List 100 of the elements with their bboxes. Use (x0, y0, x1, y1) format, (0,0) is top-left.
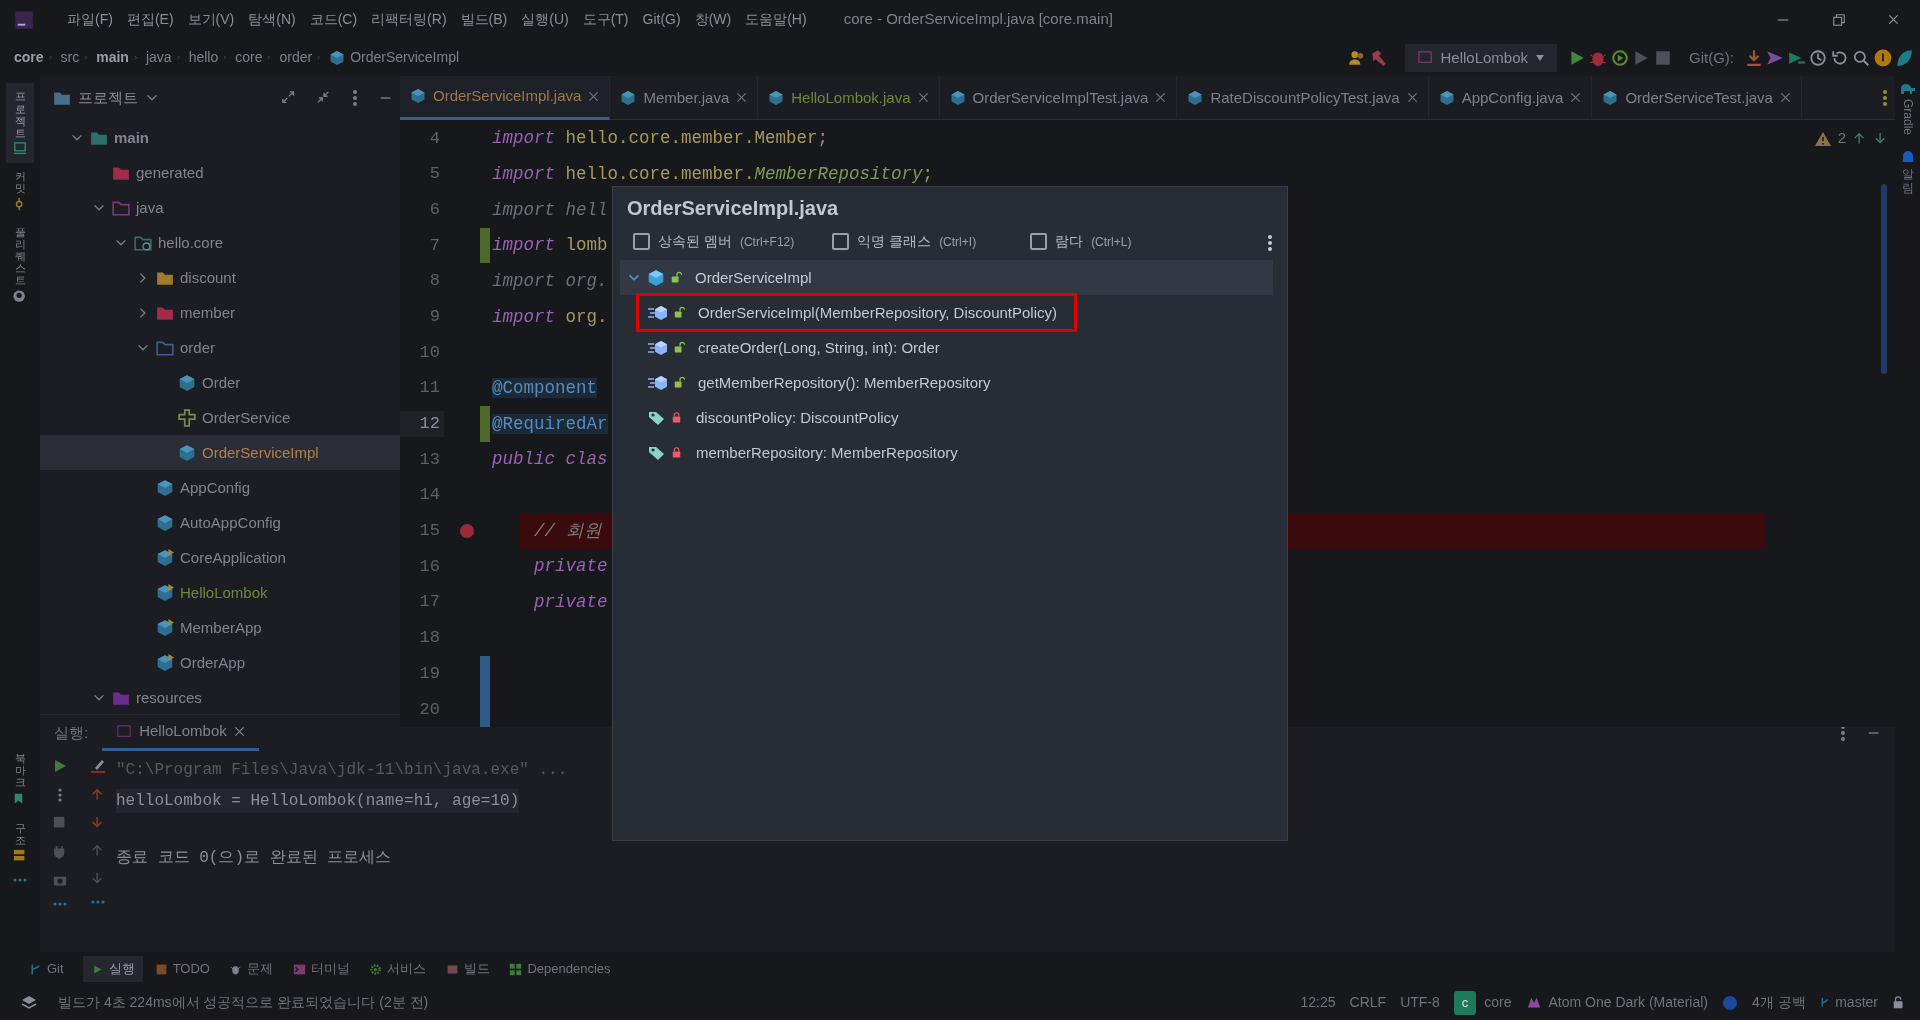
filter-checkbox[interactable]: 익명 클래스 (Ctrl+I) (826, 230, 983, 254)
close-icon[interactable] (736, 92, 748, 104)
tree-item[interactable]: java (40, 190, 400, 226)
tree-item[interactable]: discountPolicy: DiscountPolicy (648, 400, 899, 436)
down-arrow-icon[interactable] (1874, 131, 1888, 146)
lock-icon[interactable] (1892, 995, 1906, 1010)
tree-item[interactable]: HelloLombok (40, 575, 400, 611)
side-tab[interactable]: 알림 (1900, 149, 1915, 195)
more-icon[interactable] (1882, 88, 1888, 107)
close-icon[interactable] (1406, 92, 1418, 104)
breadcrumb-item[interactable]: java (145, 47, 172, 69)
tree-item[interactable]: AutoAppConfig (40, 505, 400, 541)
line-ending[interactable]: CRLF (1349, 992, 1387, 1014)
side-tab[interactable]: Gradle (1898, 83, 1917, 135)
collapse-icon[interactable] (317, 91, 331, 106)
menu-item[interactable]: 탐색(N) (241, 9, 303, 31)
tree-item[interactable]: OrderServiceImpl (620, 260, 1273, 296)
caret-position[interactable]: 12:25 (1300, 992, 1336, 1014)
theme-name[interactable]: Atom One Dark (Material) (1548, 992, 1708, 1014)
breadcrumb-item[interactable]: core (14, 47, 44, 69)
menu-item[interactable]: Git(G) (635, 9, 688, 31)
tree-item[interactable]: Order (40, 365, 400, 401)
rerun-icon[interactable] (52, 758, 68, 775)
menu-item[interactable]: 파일(F) (60, 9, 120, 31)
tree-item[interactable]: main (40, 120, 400, 156)
tool-window-tab[interactable]: 터미널 (284, 956, 358, 982)
breadcrumb-item[interactable]: order (279, 47, 313, 69)
clear-icon[interactable] (90, 758, 106, 775)
menu-item[interactable]: 보기(V) (180, 9, 242, 31)
tool-window-tab[interactable]: TODO (146, 956, 218, 982)
scrollbar[interactable] (1880, 183, 1888, 374)
editor-tab[interactable]: Member.java (610, 75, 759, 120)
file-encoding[interactable]: UTF-8 (1400, 992, 1440, 1014)
play-icon[interactable] (1632, 48, 1650, 67)
restore-icon[interactable] (1832, 12, 1846, 27)
tree-item[interactable]: getMemberRepository(): MemberRepository (648, 365, 991, 401)
close-icon[interactable] (1570, 92, 1582, 104)
tree-item[interactable]: OrderApp (40, 645, 400, 681)
close-icon[interactable] (233, 726, 245, 738)
tree-item[interactable]: CoreApplication (40, 540, 400, 576)
editor-tab[interactable]: OrderServiceImplTest.java (939, 75, 1178, 120)
filter-checkbox[interactable]: 상속된 멤버 (Ctrl+F12) (627, 230, 801, 254)
menu-item[interactable]: 편집(E) (119, 9, 181, 31)
tool-window-tab[interactable]: 서비스 (361, 956, 435, 982)
tree-item[interactable]: member (40, 295, 400, 331)
tool-window-tab[interactable]: 문제 (221, 956, 282, 982)
tree-item[interactable]: order (40, 330, 400, 366)
tree-item[interactable]: OrderService (40, 400, 400, 436)
side-tab[interactable]: 커밋 (7, 163, 33, 219)
tree-item[interactable]: AppConfig (40, 470, 400, 506)
expand-icon[interactable] (282, 91, 296, 106)
git-branch[interactable]: master (1835, 992, 1878, 1014)
breakpoint-icon[interactable] (459, 522, 475, 539)
tree-item[interactable]: memberRepository: MemberRepository (648, 435, 958, 471)
menu-item[interactable]: 실행(U) (514, 9, 576, 31)
menu-item[interactable]: 도구(T) (575, 9, 636, 31)
tree-item[interactable]: hello.core (40, 225, 400, 261)
tree-item[interactable]: createOrder(Long, String, int): Order (648, 330, 940, 366)
menu-item[interactable]: 창(W) (687, 9, 739, 31)
tool-window-tab[interactable]: 빌드 (437, 956, 498, 982)
layers-icon[interactable] (21, 994, 37, 1011)
menu-item[interactable]: 도움말(H) (738, 9, 814, 31)
editor-tab[interactable]: HelloLombok.java (758, 75, 940, 120)
menu-item[interactable]: 코드(C) (302, 9, 365, 31)
editor-tab[interactable]: RateDiscountPolicyTest.java (1177, 75, 1429, 120)
update-icon[interactable] (1873, 48, 1892, 67)
side-tab[interactable]: 구조 (7, 820, 33, 865)
side-tab[interactable]: 풀 리퀘스트 (7, 219, 33, 311)
run-configuration-dropdown[interactable]: HelloLombok (1405, 43, 1557, 72)
coverage-icon[interactable] (1610, 48, 1629, 67)
close-icon[interactable] (1888, 14, 1899, 26)
tool-window-tab[interactable]: Dependencies (501, 956, 619, 982)
editor-tab[interactable]: OrderServiceImpl.java (400, 75, 611, 120)
run-tab[interactable]: HelloLombok (102, 715, 259, 752)
editor-tab[interactable]: AppConfig.java (1428, 75, 1593, 120)
more-icon[interactable] (1840, 724, 1846, 743)
module-name[interactable]: core (1484, 992, 1512, 1014)
tool-window-tab[interactable]: 실행 (83, 956, 144, 982)
search-icon[interactable] (1852, 48, 1870, 67)
filter-checkbox[interactable]: 람다 (Ctrl+L) (1024, 230, 1138, 254)
more-icon[interactable] (58, 788, 62, 803)
send-icon[interactable] (1766, 48, 1784, 67)
breadcrumb-item[interactable]: main (96, 47, 129, 69)
tree-item[interactable]: resources (40, 680, 400, 715)
tree-item[interactable]: generated (40, 155, 400, 191)
breadcrumb-item[interactable]: hello (188, 47, 219, 69)
tree-item[interactable]: OrderServiceImpl(MemberRepository, DiscountPolicy) (638, 295, 1075, 331)
more-icon[interactable] (352, 89, 358, 108)
stop-icon[interactable] (1653, 48, 1672, 67)
tree-item[interactable]: discount (40, 260, 400, 296)
tree-item[interactable]: OrderServiceImpl (40, 435, 400, 471)
editor-tab[interactable]: OrderServiceTest.java (1592, 75, 1802, 120)
plug-icon[interactable] (53, 844, 67, 861)
download-icon[interactable] (1744, 48, 1763, 67)
menu-item[interactable]: 빌드(B) (453, 9, 515, 31)
tool-window-tab[interactable]: Git (21, 956, 72, 982)
close-icon[interactable] (588, 90, 600, 102)
more-icon[interactable] (1267, 233, 1273, 252)
panel-title-dropdown[interactable]: 프로젝트 (47, 86, 165, 111)
up-arrow-icon[interactable] (1853, 131, 1867, 146)
